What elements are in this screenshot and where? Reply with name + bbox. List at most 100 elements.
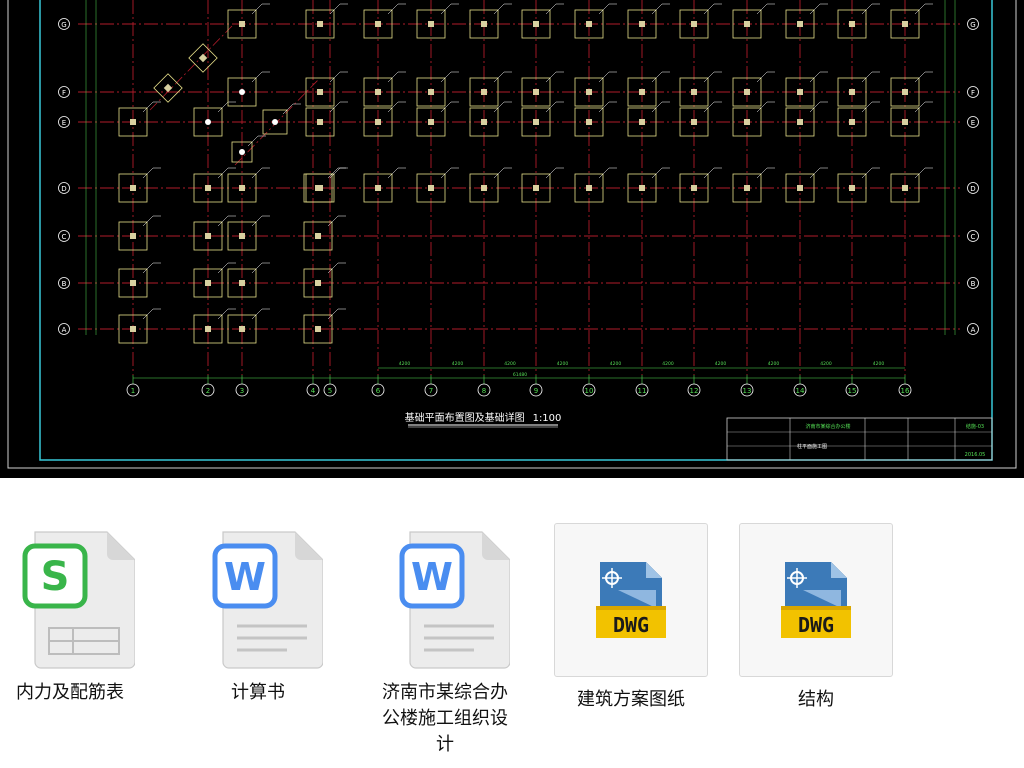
- svg-text:G: G: [970, 21, 975, 29]
- dwg-file-icon: DWG: [554, 523, 708, 677]
- axis-bubble-row: F: [967, 86, 979, 98]
- svg-text:W: W: [224, 555, 266, 599]
- svg-text:济南市某综合办公楼: 济南市某综合办公楼: [805, 423, 850, 430]
- svg-text:4200: 4200: [662, 361, 674, 367]
- foundation-pad: [469, 167, 512, 203]
- foundation-pad: [416, 71, 459, 107]
- foundation-pad: [890, 71, 933, 107]
- foundation-plan-drawing: G GF FE ED DC CB BA A1 2 3 4 5 6 7 8 9 10 11 12 13 14 15 16 42…: [7, 0, 1017, 469]
- svg-text:4200: 4200: [452, 361, 464, 367]
- foundation-pad: [231, 135, 266, 163]
- foundation-pad: [679, 167, 722, 203]
- foundation-pad: [574, 101, 617, 137]
- wps-sheet-icon: S: [15, 528, 136, 670]
- file-name: 内力及配筋表: [16, 682, 124, 703]
- svg-text:C: C: [62, 233, 67, 241]
- foundation-pad: [469, 3, 512, 39]
- drawing-title: 基础平面布置图及基础详图 1:100: [405, 411, 562, 424]
- foundation-pads: [118, 3, 933, 344]
- foundation-pad: [837, 167, 880, 203]
- foundation-pad: [679, 71, 722, 107]
- file-item-calculation-book[interactable]: W 计算书: [183, 528, 333, 706]
- foundation-pad: [469, 71, 512, 107]
- svg-text:4200: 4200: [820, 361, 832, 367]
- svg-text:9: 9: [534, 387, 538, 395]
- axis-bubble-row: A: [58, 323, 70, 335]
- foundation-pad: [785, 71, 828, 107]
- file-name: 建筑方案图纸: [577, 689, 685, 710]
- foundation-pad: [785, 167, 828, 203]
- foundation-pad: [363, 3, 406, 39]
- foundation-pad: [732, 71, 775, 107]
- svg-text:B: B: [971, 280, 976, 288]
- foundation-pad: [521, 167, 564, 203]
- foundation-pad: [785, 101, 828, 137]
- foundation-pad: [303, 308, 346, 344]
- svg-text:4200: 4200: [399, 361, 411, 367]
- svg-text:8: 8: [482, 387, 486, 395]
- file-item-structure[interactable]: DWG 结构: [739, 523, 893, 713]
- foundation-pad: [303, 167, 346, 203]
- foundation-pad: [193, 215, 236, 251]
- axis-bubble-row: C: [967, 230, 979, 242]
- svg-text:2: 2: [206, 387, 210, 395]
- axis-bubble-row: A: [967, 323, 979, 335]
- foundation-pad: [890, 167, 933, 203]
- foundation-pad: [679, 3, 722, 39]
- foundation-pad: [193, 262, 236, 298]
- foundation-pad: [416, 3, 459, 39]
- svg-text:DWG: DWG: [613, 613, 649, 637]
- foundation-pad: [416, 167, 459, 203]
- svg-text:10: 10: [585, 387, 594, 395]
- foundation-pad: [574, 71, 617, 107]
- foundation-pad: [521, 3, 564, 39]
- file-item-construction-design[interactable]: W 济南市某综合办 公楼施工组织设计: [370, 528, 520, 758]
- foundation-pad: [305, 101, 348, 137]
- axis-bubble-row: G: [58, 18, 70, 30]
- foundation-pad: [890, 101, 933, 137]
- axis-bubble-row: G: [967, 18, 979, 30]
- svg-text:12: 12: [690, 387, 699, 395]
- foundation-pad: [627, 3, 670, 39]
- svg-text:S: S: [41, 554, 70, 600]
- svg-text:6: 6: [376, 387, 381, 395]
- foundation-pad: [679, 101, 722, 137]
- foundation-pad: [574, 167, 617, 203]
- svg-text:4200: 4200: [557, 361, 569, 367]
- svg-text:4200: 4200: [768, 361, 780, 367]
- foundation-pad: [521, 71, 564, 107]
- foundation-pad: [118, 262, 161, 298]
- foundation-pad: [193, 167, 236, 203]
- svg-text:W: W: [411, 555, 453, 599]
- svg-text:4200: 4200: [504, 361, 516, 367]
- file-item-architectural-drawings[interactable]: DWG 建筑方案图纸: [554, 523, 708, 713]
- outer-frame: [7, 0, 1017, 469]
- foundation-pad: [363, 71, 406, 107]
- axis-bubble-row: E: [58, 116, 70, 128]
- svg-text:B: B: [62, 280, 67, 288]
- foundation-pad: [118, 101, 161, 137]
- svg-text:柱平面施工图: 柱平面施工图: [797, 443, 827, 450]
- foundation-pad: [262, 103, 301, 135]
- foundation-pad: [118, 167, 161, 203]
- foundation-pad: [303, 262, 346, 298]
- svg-text:15: 15: [848, 387, 857, 395]
- svg-text:E: E: [62, 119, 66, 127]
- foundation-pad: [118, 215, 161, 251]
- foundation-pad: [227, 3, 270, 39]
- axis-bubble-row: C: [58, 230, 70, 242]
- foundation-pad: [305, 71, 348, 107]
- file-item-internal-force-table[interactable]: S 内力及配筋表: [0, 528, 145, 706]
- foundation-pad: [627, 167, 670, 203]
- foundation-pad: [305, 3, 348, 39]
- svg-text:G: G: [61, 21, 66, 29]
- foundation-pad: [627, 101, 670, 137]
- svg-text:4200: 4200: [715, 361, 727, 367]
- svg-text:4: 4: [311, 387, 316, 395]
- svg-text:16: 16: [901, 387, 910, 395]
- svg-text:F: F: [62, 89, 66, 97]
- svg-text:D: D: [61, 185, 66, 193]
- dwg-file-icon: DWG: [739, 523, 893, 677]
- svg-text:结施-03: 结施-03: [966, 423, 984, 430]
- file-list: S 内力及配筋表 W 计算书 W 济南市某综合办 公楼施工组织设 计 DWG 建…: [0, 478, 1024, 768]
